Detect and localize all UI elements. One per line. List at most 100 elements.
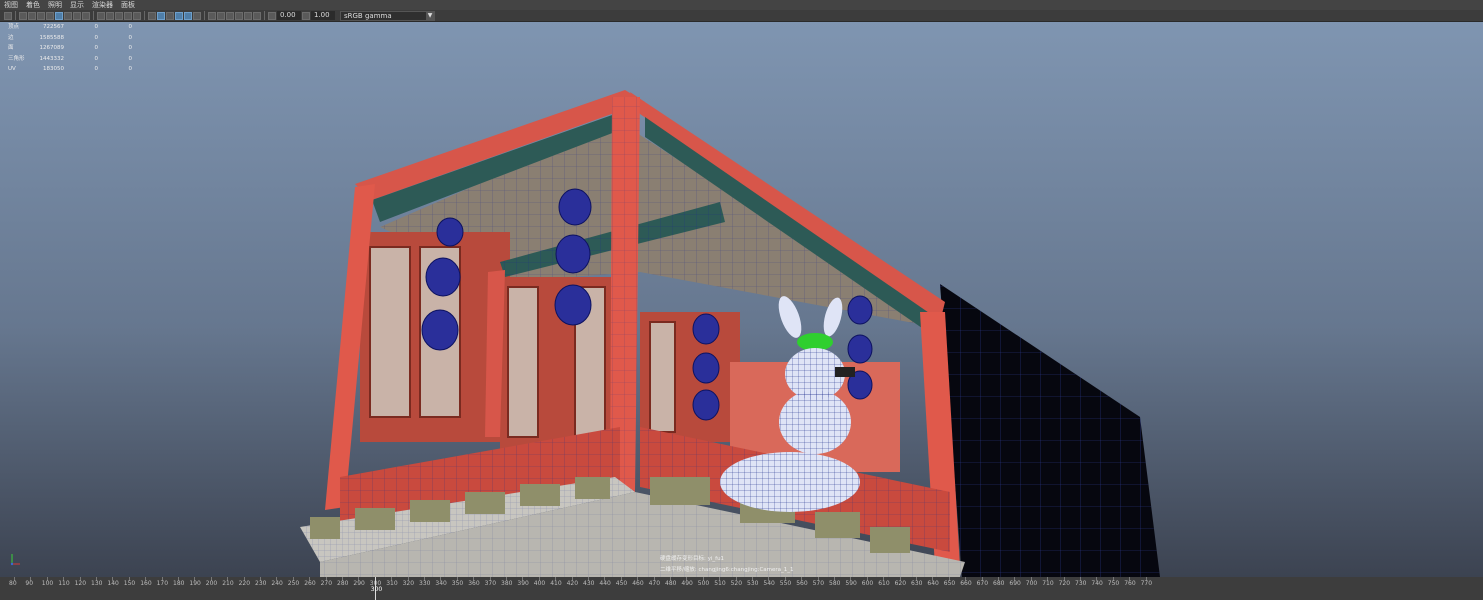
hud-value: 0 [128, 34, 133, 41]
timeline-tick-label: 240 [271, 580, 283, 587]
timeline-tick-label: 750 [1107, 580, 1120, 587]
wireframe-icon[interactable] [133, 11, 141, 20]
timeline-tick-label: 400 [533, 580, 546, 587]
isolate-select-icon[interactable] [244, 11, 252, 20]
lights-icon[interactable] [184, 11, 192, 20]
multisample-icon[interactable] [226, 11, 234, 20]
timeline-tick-label: 250 [287, 580, 300, 587]
gamma-icon[interactable] [302, 11, 310, 20]
poly-count-hud: 顶点 722567 0 0 边 1585588 0 0 面 1267089 0 … [8, 22, 132, 75]
timeline-tick-label: 640 [927, 580, 939, 587]
timeline-tick-label: 450 [615, 580, 628, 587]
safe-title-icon[interactable] [124, 11, 132, 20]
gate-mask-icon[interactable] [97, 11, 105, 20]
wireframe-on-shaded-icon[interactable] [157, 11, 165, 20]
timeline-tick-label: 210 [222, 580, 234, 587]
camera-info-hud: 硬盘缓存变形目标: yi_fu1 二维平移/缩放: changjing6:cha… [660, 554, 794, 576]
timeline-tick-label: 410 [550, 580, 562, 587]
timeline-tick-label: 220 [238, 580, 251, 587]
hud-value: 0 [128, 55, 133, 62]
chevron-down-icon: ▼ [426, 11, 434, 20]
depth-of-field-icon[interactable] [235, 11, 243, 20]
timeline-tick-label: 390 [517, 580, 529, 587]
timeline-tick-label: 130 [91, 580, 103, 587]
timeline-tick-label: 590 [845, 580, 857, 587]
poly-count-table: 顶点 722567 0 0 边 1585588 0 0 面 1267089 0 … [8, 22, 132, 75]
color-space-dropdown[interactable]: sRGB gamma ▼ [340, 10, 435, 21]
timeline-tick-label: 280 [337, 580, 349, 587]
pan-zoom-camera-text: 二维平移/缩放: changjing6:changjing:Camera_1_1 [660, 567, 794, 573]
timeline-tick-label: 270 [320, 580, 333, 587]
timeline-tick-label: 230 [255, 580, 267, 587]
camera-attributes-icon[interactable] [19, 11, 27, 20]
hud-value: 0 [94, 45, 99, 51]
hud-value: 722567 [43, 24, 64, 30]
timeline-tick-label: 460 [632, 580, 644, 587]
field-chart-icon[interactable] [106, 11, 114, 20]
hud-value: 0 [128, 66, 133, 72]
grease-pencil-icon[interactable] [55, 11, 63, 20]
hud-label: 三角形 [8, 55, 25, 62]
timeline-tick-label: 650 [943, 580, 956, 587]
xray-icon[interactable] [253, 11, 261, 20]
timeline-tick-label: 670 [976, 580, 989, 587]
hud-label: 顶点 [8, 24, 20, 30]
current-frame-label: 300 [370, 586, 383, 593]
time-slider[interactable]: 80 90 100 110 120 130 140 150 160 170 180 190 200 210… [0, 577, 1483, 600]
timeline-tick-label: 430 [583, 580, 595, 587]
grid-icon[interactable] [64, 11, 72, 20]
menu-renderer[interactable]: 渲染器 [88, 0, 117, 10]
safe-action-icon[interactable] [115, 11, 123, 20]
timeline-tick-label: 310 [386, 580, 398, 587]
timeline-tick-label: 580 [829, 580, 841, 587]
exposure-icon[interactable] [268, 11, 276, 20]
menu-view[interactable]: 视图 [0, 0, 22, 10]
menu-bar: 视图 着色 照明 显示 渲染器 面板 [0, 0, 1483, 10]
timeline-tick-label: 760 [1124, 580, 1136, 587]
gamma-field[interactable]: 1.00 [311, 11, 335, 20]
motion-blur-icon[interactable] [217, 11, 225, 20]
timeline-tick-label: 510 [714, 580, 726, 587]
toolbar-separator [144, 11, 145, 20]
timeline-tick-label: 140 [107, 580, 119, 587]
menu-show[interactable]: 显示 [66, 0, 88, 10]
menu-lighting[interactable]: 照明 [44, 0, 66, 10]
timeline-tick-label: 500 [697, 580, 710, 587]
table-row: 面 1267089 0 0 [8, 43, 132, 54]
shadows-icon[interactable] [193, 11, 201, 20]
hud-value: 0 [94, 66, 99, 72]
timeline-tick-label: 520 [730, 580, 743, 587]
timeline-tick-label: 290 [353, 580, 365, 587]
default-material-icon[interactable] [166, 11, 174, 20]
viewport-3d[interactable]: 顶点 722567 0 0 边 1585588 0 0 面 1267089 0 … [0, 22, 1483, 577]
table-row: 边 1585588 0 0 [8, 33, 132, 44]
smooth-shade-icon[interactable] [148, 11, 156, 20]
scene-render [300, 90, 1160, 577]
timeline-tick-label: 120 [74, 580, 87, 587]
menu-panels[interactable]: 面板 [117, 0, 139, 10]
timeline-tick-label: 680 [993, 580, 1005, 587]
toolbar-separator [93, 11, 94, 20]
timeline-tick-label: 600 [861, 580, 874, 587]
timeline-tick-label: 260 [304, 580, 316, 587]
dark-wall-mesh [940, 284, 1160, 577]
image-plane-icon[interactable] [37, 11, 45, 20]
timeline-tick-label: 360 [468, 580, 480, 587]
resolution-gate-icon[interactable] [82, 11, 90, 20]
film-gate-icon[interactable] [73, 11, 81, 20]
timeline-tick-label: 340 [435, 580, 447, 587]
timeline-tick-label: 170 [156, 580, 169, 587]
menu-shading[interactable]: 着色 [22, 0, 44, 10]
textured-icon[interactable] [175, 11, 183, 20]
timeline-tick-label: 630 [911, 580, 923, 587]
toolbar-separator [264, 11, 265, 20]
ambient-occlusion-icon[interactable] [208, 11, 216, 20]
toolbar-separator [204, 11, 205, 20]
exposure-field[interactable]: 0.00 [277, 11, 301, 20]
pan-zoom-icon[interactable] [46, 11, 54, 20]
select-camera-icon[interactable] [4, 11, 12, 20]
timeline-tick-label: 370 [484, 580, 497, 587]
bookmarks-icon[interactable] [28, 11, 36, 20]
table-row: 三角形 1443332 0 0 [8, 54, 132, 65]
timeline-tick-label: 560 [796, 580, 808, 587]
